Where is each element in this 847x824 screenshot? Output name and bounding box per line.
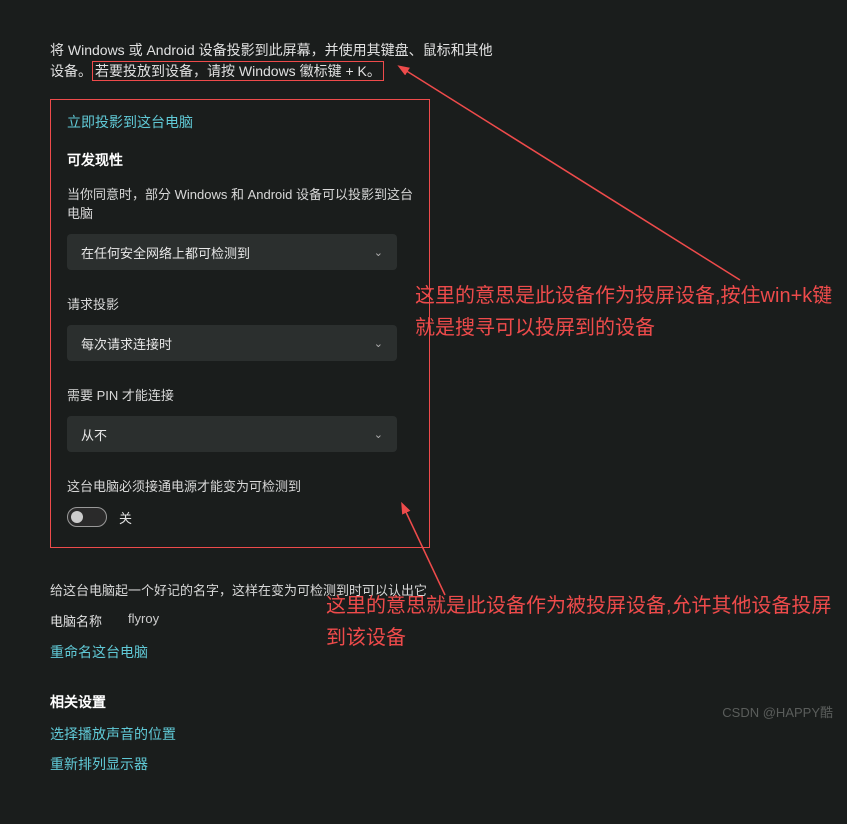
chevron-down-icon: ⌄ — [374, 246, 383, 259]
related-link-displays[interactable]: 重新排列显示器 — [50, 754, 797, 774]
discoverability-title: 可发现性 — [67, 150, 413, 170]
computer-name-value: flyroy — [128, 611, 159, 630]
computer-name-label: 电脑名称 — [50, 611, 102, 630]
annotated-settings-box: 立即投影到这台电脑 可发现性 当你同意时，部分 Windows 和 Androi… — [50, 99, 430, 548]
related-link-sound[interactable]: 选择播放声音的位置 — [50, 724, 797, 744]
annotation-text-1: 这里的意思是此设备作为投屏设备,按住win+k键就是搜寻可以投屏到的设备 — [415, 280, 835, 344]
intro-line2-prefix: 设备。 — [50, 63, 92, 79]
power-detection-toggle-label: 关 — [119, 508, 132, 527]
chevron-down-icon: ⌄ — [374, 337, 383, 350]
discoverability-desc: 当你同意时，部分 Windows 和 Android 设备可以投影到这台电脑 — [67, 184, 413, 222]
watermark: CSDN @HAPPY酷 — [722, 702, 833, 721]
related-settings-section: 相关设置 选择播放声音的位置 重新排列显示器 — [50, 692, 797, 774]
power-detection-desc: 这台电脑必须接通电源才能变为可检测到 — [67, 476, 413, 495]
discoverability-dropdown-value: 在任何安全网络上都可检测到 — [81, 243, 250, 262]
annotation-text-2: 这里的意思就是此设备作为被投屏设备,允许其他设备投屏到该设备 — [326, 590, 836, 654]
chevron-down-icon: ⌄ — [374, 428, 383, 441]
related-settings-title: 相关设置 — [50, 692, 797, 712]
project-now-link[interactable]: 立即投影到这台电脑 — [67, 112, 193, 132]
require-pin-dropdown-value: 从不 — [81, 425, 107, 444]
require-pin-label: 需要 PIN 才能连接 — [67, 385, 413, 404]
toggle-knob — [71, 511, 83, 523]
require-pin-dropdown[interactable]: 从不 ⌄ — [67, 416, 397, 452]
intro-line1: 将 Windows 或 Android 设备投影到此屏幕，并使用其键盘、鼠标和其… — [50, 40, 797, 61]
intro-highlight: 若要投放到设备，请按 Windows 徽标键 + K。 — [92, 61, 384, 81]
rename-computer-link[interactable]: 重命名这台电脑 — [50, 642, 148, 662]
request-projection-dropdown-value: 每次请求连接时 — [81, 334, 172, 353]
power-detection-toggle[interactable] — [67, 507, 107, 527]
discoverability-dropdown[interactable]: 在任何安全网络上都可检测到 ⌄ — [67, 234, 397, 270]
intro-text: 将 Windows 或 Android 设备投影到此屏幕，并使用其键盘、鼠标和其… — [50, 40, 797, 81]
request-projection-dropdown[interactable]: 每次请求连接时 ⌄ — [67, 325, 397, 361]
request-projection-label: 请求投影 — [67, 294, 413, 313]
